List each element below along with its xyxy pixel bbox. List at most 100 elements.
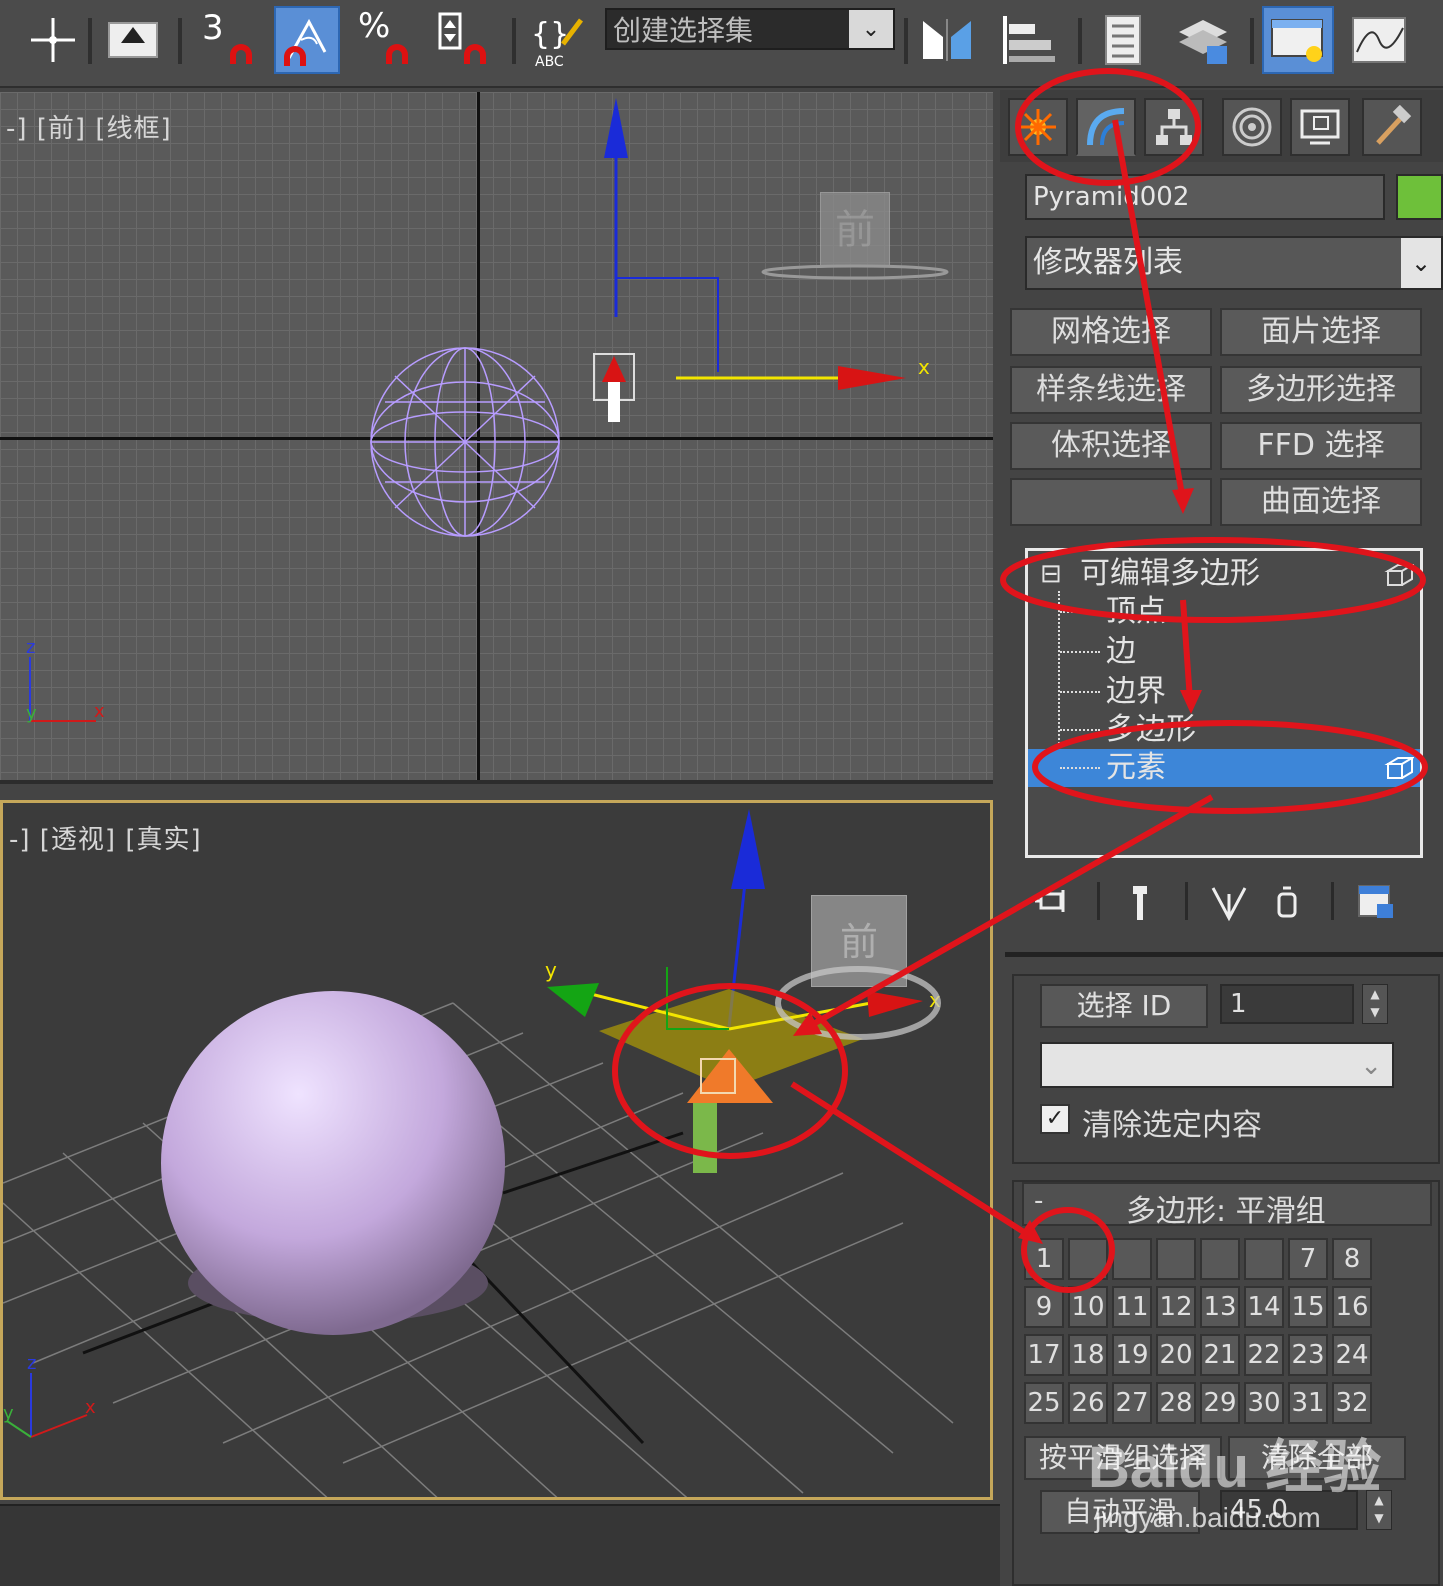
smoothing-group-button[interactable]	[1112, 1238, 1152, 1280]
stack-item-vertex[interactable]: 顶点	[1028, 593, 1420, 631]
select-id-input[interactable]: 1	[1220, 984, 1354, 1024]
rollout-header[interactable]: - 多边形: 平滑组	[1022, 1182, 1432, 1229]
smoothing-group-button[interactable]	[1068, 1238, 1108, 1280]
percent-snap-button[interactable]: %	[352, 6, 418, 74]
smoothing-group-button[interactable]: 27	[1112, 1382, 1152, 1424]
named-selection-set-dropdown[interactable]: 创建选择集 ⌄	[605, 8, 895, 50]
smoothing-group-button[interactable]: 9	[1024, 1286, 1064, 1328]
show-end-result-icon[interactable]	[1125, 882, 1155, 922]
smoothing-group-button[interactable]: 1	[1024, 1238, 1064, 1280]
stack-item-edge[interactable]: 边	[1028, 633, 1420, 671]
timeline-strip[interactable]	[0, 1504, 1000, 1586]
smoothing-group-button[interactable]: 31	[1288, 1382, 1328, 1424]
smoothing-group-button[interactable]: 21	[1200, 1334, 1240, 1376]
stack-item-element[interactable]: 元素	[1028, 749, 1420, 787]
stack-item-editable-poly[interactable]: ⊟ 可编辑多边形	[1028, 555, 1420, 593]
spinner-snap-button[interactable]	[430, 6, 496, 74]
modifier-button-surface-select[interactable]: 曲面选择	[1220, 478, 1422, 526]
modifier-button-patch-select[interactable]: 面片选择	[1220, 308, 1422, 356]
stack-tools-row	[1025, 880, 1443, 924]
tab-modify[interactable]	[1076, 98, 1136, 156]
smoothing-group-button[interactable]: 14	[1244, 1286, 1284, 1328]
smoothing-group-button[interactable]: 20	[1156, 1334, 1196, 1376]
sphere-shaded[interactable]	[153, 983, 523, 1343]
modifier-button-empty[interactable]	[1010, 478, 1212, 526]
smoothing-group-button[interactable]: 30	[1244, 1382, 1284, 1424]
tripod-x-label: x	[85, 1397, 96, 1418]
viewcube[interactable]: 前	[820, 192, 890, 266]
smoothing-group-button[interactable]: 19	[1112, 1334, 1152, 1376]
configure-modifier-sets-icon[interactable]	[1355, 882, 1397, 922]
make-unique-icon[interactable]	[1209, 882, 1253, 922]
tripod-x-label: x	[94, 701, 105, 722]
tab-create[interactable]	[1008, 98, 1068, 156]
curve-editor-icon[interactable]	[1346, 6, 1412, 74]
smoothing-group-button[interactable]	[1200, 1238, 1240, 1280]
modifier-button-spline-select[interactable]: 样条线选择	[1010, 366, 1212, 414]
stack-item-polygon[interactable]: 多边形	[1028, 711, 1420, 749]
smoothing-group-button[interactable]: 26	[1068, 1382, 1108, 1424]
object-name-field[interactable]: Pyramid002	[1025, 174, 1385, 220]
front-viewport[interactable]: -] [前] [线框] x 前 z y x	[0, 92, 993, 784]
modifier-button-ffd-select[interactable]: FFD 选择	[1220, 422, 1422, 470]
smoothing-group-button[interactable]: 22	[1244, 1334, 1284, 1376]
smoothing-group-button[interactable]: 25	[1024, 1382, 1064, 1424]
toggle-ribbon-icon[interactable]	[1262, 6, 1334, 74]
snap-3d-button[interactable]: 3	[196, 6, 262, 74]
toolbar-separator	[1250, 18, 1254, 64]
smoothing-group-button[interactable]: 11	[1112, 1286, 1152, 1328]
modifier-button-poly-select[interactable]: 多边形选择	[1220, 366, 1422, 414]
layer-explorer-icon[interactable]	[1170, 6, 1236, 74]
watermark-url: jingyan.baidu.com	[1095, 1502, 1321, 1533]
tab-hierarchy[interactable]	[1144, 98, 1204, 156]
align-icon[interactable]	[996, 6, 1062, 74]
rollout-collapse-icon: -	[1034, 1186, 1044, 1216]
smoothing-group-button[interactable]: 13	[1200, 1286, 1240, 1328]
angle-snap-button[interactable]	[274, 6, 340, 74]
smoothing-group-button[interactable]: 24	[1332, 1334, 1372, 1376]
chevron-down-icon[interactable]: ⌄	[1401, 238, 1441, 288]
move-gizmo-icon[interactable]	[20, 6, 86, 74]
stack-item-border[interactable]: 边界	[1028, 673, 1420, 711]
smoothing-group-button[interactable]: 29	[1200, 1382, 1240, 1424]
smoothing-group-button[interactable]: 8	[1332, 1238, 1372, 1280]
select-id-button[interactable]: 选择 ID	[1040, 984, 1208, 1028]
pin-stack-icon[interactable]	[1035, 884, 1075, 920]
clear-selection-checkbox[interactable]: ✓	[1040, 1104, 1070, 1134]
perspective-viewport[interactable]: -] [透视] [真实] y x 前 z y x	[0, 800, 993, 1500]
modifier-button-mesh-select[interactable]: 网格选择	[1010, 308, 1212, 356]
gizmo-x-label: x	[918, 355, 930, 379]
smoothing-group-button[interactable]: 15	[1288, 1286, 1328, 1328]
select-id-name-dropdown[interactable]: ⌄	[1040, 1042, 1394, 1088]
axis-tripod: z y x	[3, 1353, 96, 1438]
smoothing-group-button[interactable]: 12	[1156, 1286, 1196, 1328]
select-id-rollout: 选择 ID 1 ▲ ▼ ⌄ ✓ 清除选定内容	[1012, 974, 1440, 1164]
collapse-icon[interactable]: ⊟	[1040, 555, 1062, 593]
modifier-list-dropdown[interactable]: 修改器列表 ⌄	[1025, 236, 1443, 290]
tab-utilities[interactable]	[1362, 98, 1422, 156]
smoothing-group-button[interactable]: 23	[1288, 1334, 1328, 1376]
smoothing-group-button[interactable]	[1156, 1238, 1196, 1280]
remove-modifier-icon[interactable]	[1273, 884, 1301, 920]
select-id-spinner[interactable]: ▲ ▼	[1362, 984, 1388, 1024]
smoothing-group-button[interactable]: 32	[1332, 1382, 1372, 1424]
smoothing-group-button[interactable]: 7	[1288, 1238, 1328, 1280]
edit-named-selection-icon[interactable]: {} ABC	[524, 6, 590, 74]
sphere-wireframe[interactable]	[365, 342, 565, 542]
smoothing-group-button[interactable]: 17	[1024, 1334, 1064, 1376]
smoothing-group-button[interactable]: 10	[1068, 1286, 1108, 1328]
smoothing-group-button[interactable]: 18	[1068, 1334, 1108, 1376]
front-viewport-label[interactable]: -] [前] [线框]	[6, 108, 172, 145]
smoothing-group-button[interactable]	[1244, 1238, 1284, 1280]
modifier-button-volume-select[interactable]: 体积选择	[1010, 422, 1212, 470]
chevron-down-icon[interactable]: ⌄	[849, 10, 893, 48]
object-color-swatch[interactable]	[1396, 174, 1443, 220]
magnet-icon	[230, 44, 252, 64]
scene-explorer-icon[interactable]	[1090, 6, 1156, 74]
smoothing-group-button[interactable]: 28	[1156, 1382, 1196, 1424]
smoothing-group-button[interactable]: 16	[1332, 1286, 1372, 1328]
mirror-icon[interactable]	[914, 6, 980, 74]
tab-motion[interactable]	[1222, 98, 1282, 156]
tab-display[interactable]	[1290, 98, 1350, 156]
select-and-place-icon[interactable]	[100, 6, 166, 74]
